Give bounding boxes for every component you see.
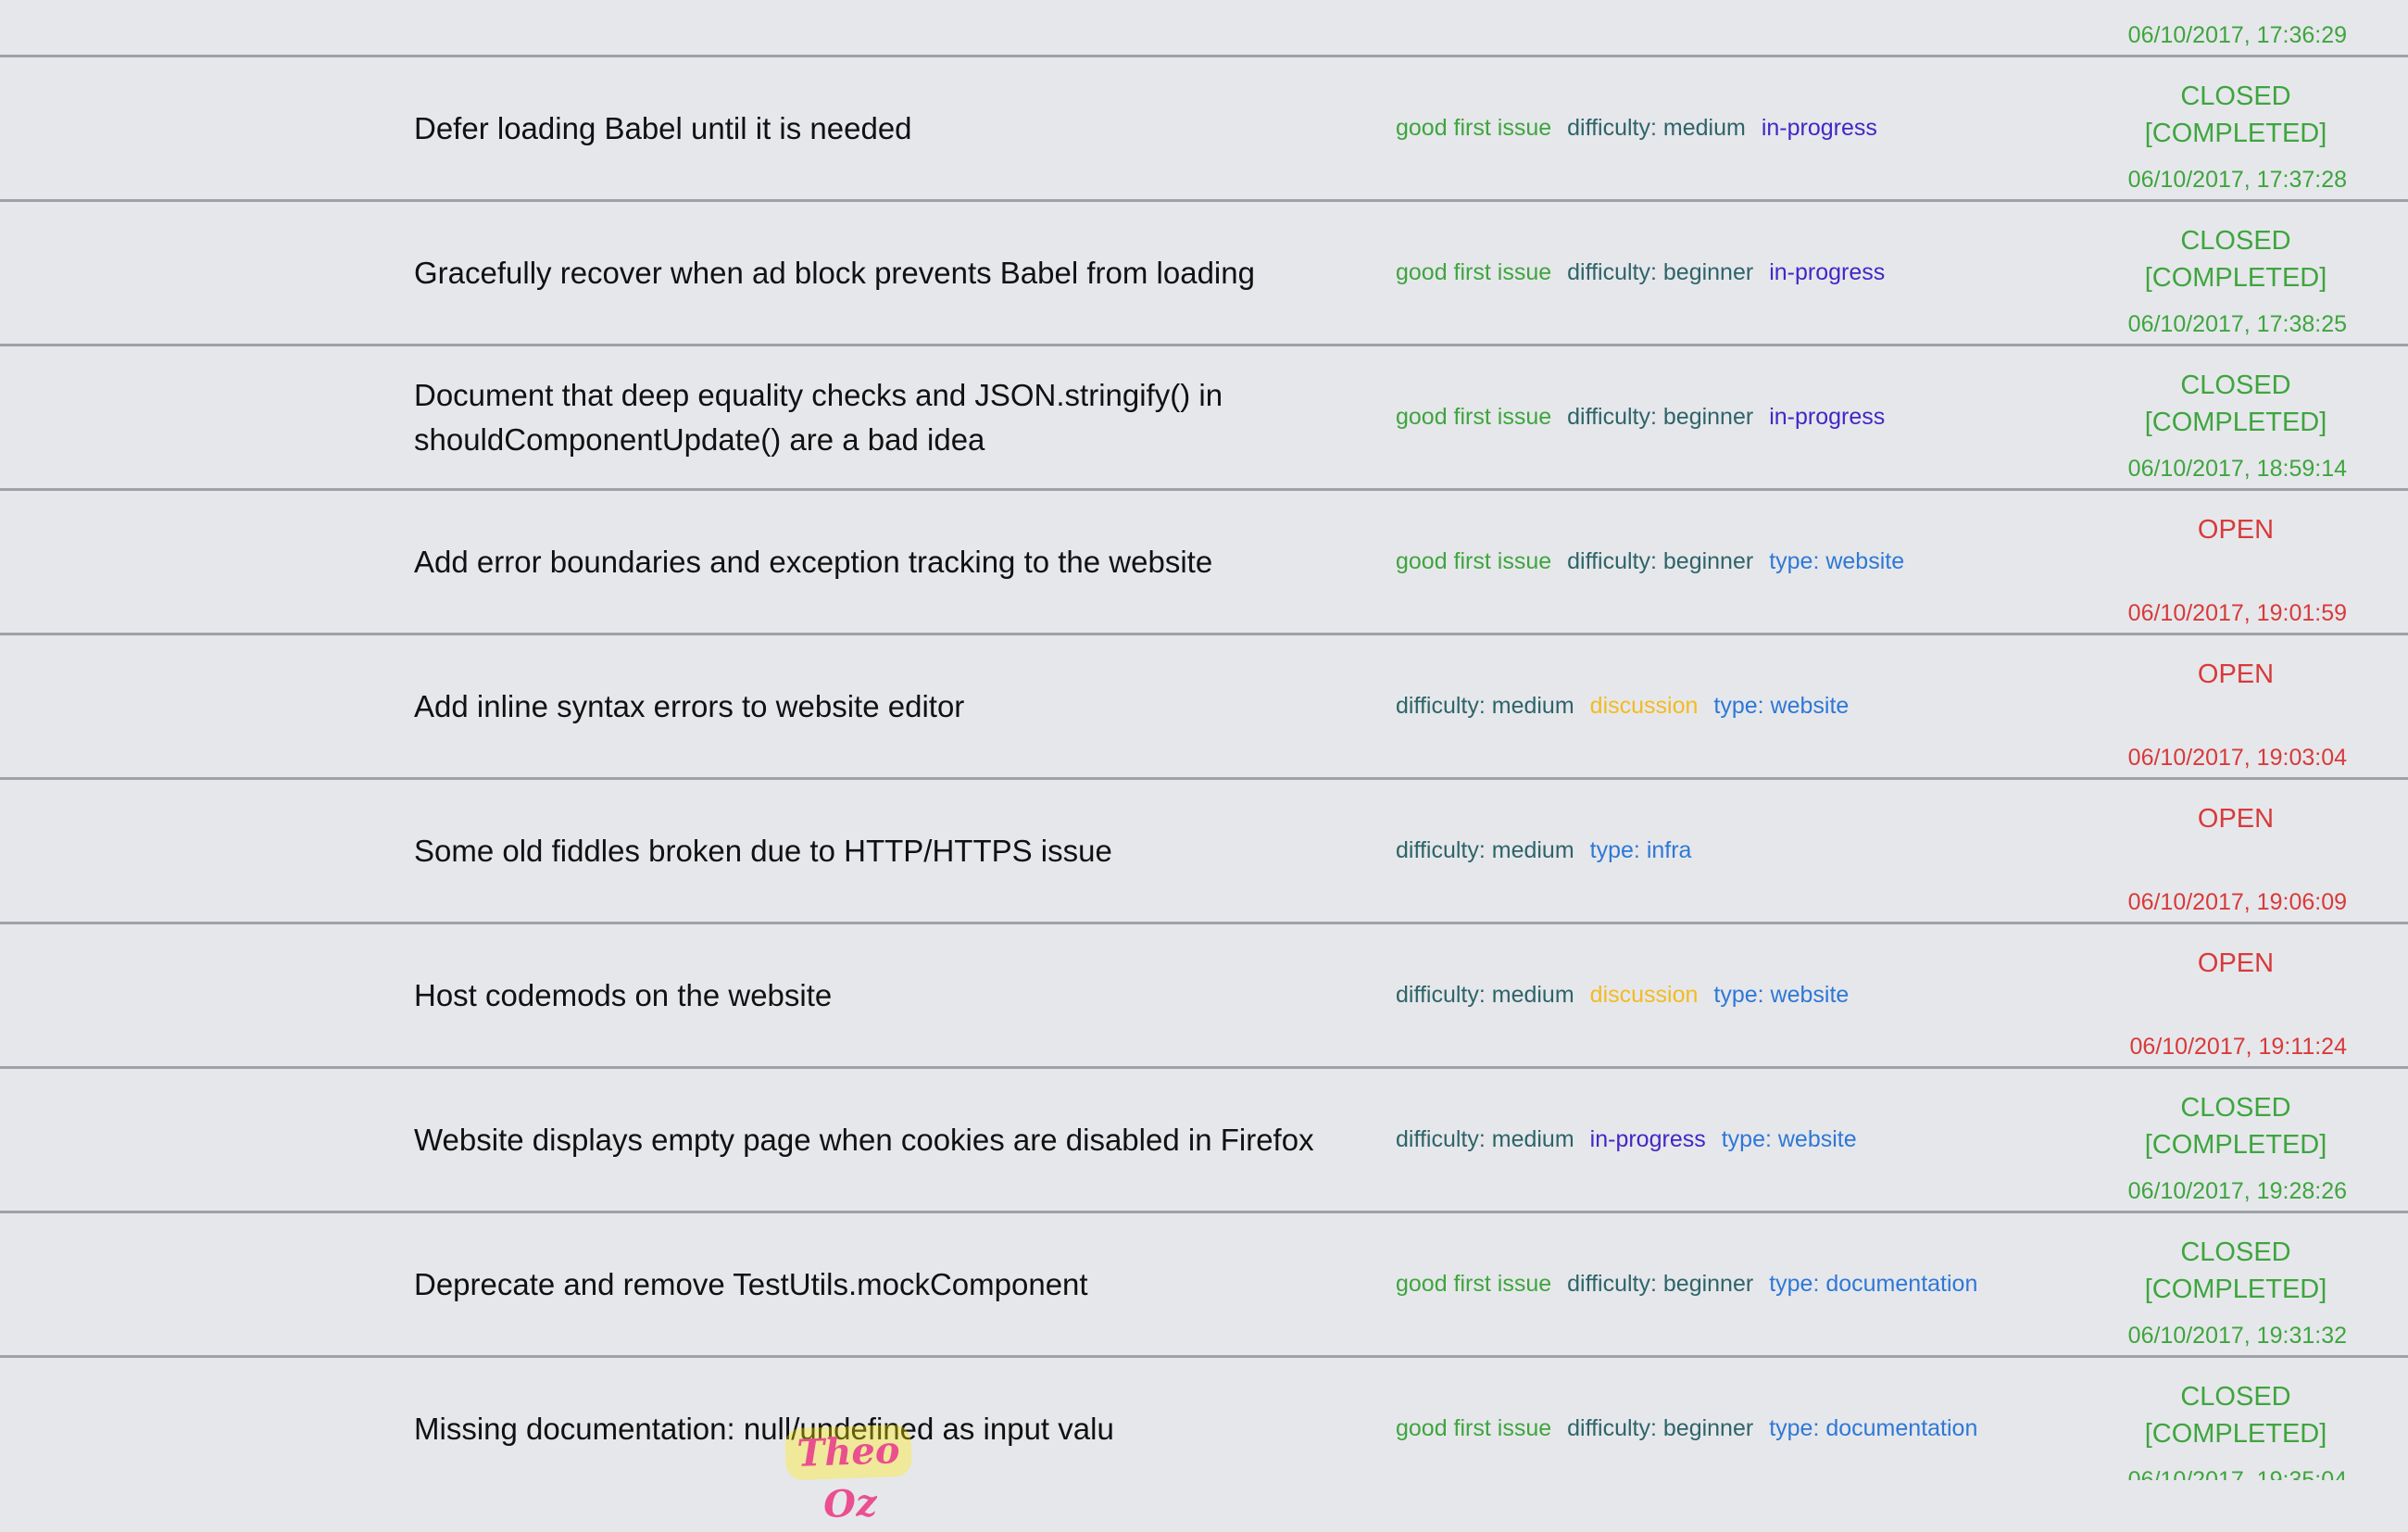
issue-row[interactable]: Defer loading Babel until it is needed g… [0, 57, 2408, 202]
issue-title[interactable]: Document that deep equality checks and J… [414, 346, 1340, 488]
issue-tags: good first issue difficulty: beginner ty… [1396, 491, 1920, 633]
issue-tags: difficulty: medium discussion type: webs… [1396, 924, 1864, 1066]
issue-tags: good first issue difficulty: beginner in… [1396, 202, 1900, 344]
issue-row[interactable]: Some old fiddles broken due to HTTP/HTTP… [0, 780, 2408, 924]
issue-date: 06/10/2017, 17:37:28 [2127, 167, 2347, 193]
label-good-first-issue[interactable]: good first issue [1396, 1415, 1551, 1442]
status-text: OPEN [2197, 804, 2275, 834]
status-text: OPEN [2197, 659, 2275, 689]
status-text: CLOSED [COMPLETED] [2144, 1382, 2327, 1449]
issue-title[interactable]: Host codemods on the website [414, 924, 1340, 1066]
issue-date: 06/10/2017, 19:01:59 [2127, 600, 2347, 626]
issue-status: OPEN 06/10/2017, 19:03:04 [2069, 635, 2347, 777]
label-good-first-issue[interactable]: good first issue [1396, 259, 1551, 286]
issue-row[interactable]: Website displays empty page when cookies… [0, 1069, 2408, 1213]
label-difficulty-beginner[interactable]: difficulty: beginner [1567, 1271, 1753, 1298]
issue-row[interactable]: Add error boundaries and exception track… [0, 491, 2408, 635]
issue-status: CLOSED [COMPLETED] 06/10/2017, 17:37:28 [2069, 57, 2347, 199]
signature-watermark: Theo Oz [784, 1424, 912, 1526]
issue-date: 06/10/2017, 19:28:26 [2127, 1178, 2347, 1204]
status-text: CLOSED [COMPLETED] [2144, 82, 2327, 148]
status-text: OPEN [2197, 515, 2275, 545]
issue-status: OPEN 06/10/2017, 19:06:09 [2069, 780, 2347, 922]
label-type-infra[interactable]: type: infra [1590, 837, 1692, 864]
issue-title[interactable]: Defer loading Babel until it is needed [414, 57, 1340, 199]
issue-row[interactable]: Document that deep equality checks and J… [0, 346, 2408, 491]
issue-tags: good first issue difficulty: beginner ty… [1396, 1358, 1993, 1480]
issue-title[interactable]: Website displays empty page when cookies… [414, 1069, 1340, 1211]
status-text: OPEN [2197, 948, 2275, 978]
status-text: CLOSED [COMPLETED] [2144, 1093, 2327, 1160]
label-difficulty-medium[interactable]: difficulty: medium [1396, 1126, 1574, 1153]
status-text: CLOSED [COMPLETED] [2144, 226, 2327, 293]
label-type-documentation[interactable]: type: documentation [1769, 1271, 1977, 1298]
issue-row[interactable]: Add inline syntax errors to website edit… [0, 635, 2408, 780]
issue-list: 06/10/2017, 17:36:29 Defer loading Babel… [0, 0, 2408, 1480]
issue-row[interactable]: Host codemods on the website difficulty:… [0, 924, 2408, 1069]
issue-title[interactable] [414, 0, 1340, 55]
issue-date: 06/10/2017, 19:35:04 [2127, 1467, 2347, 1480]
label-difficulty-medium[interactable]: difficulty: medium [1396, 982, 1574, 1009]
issue-title[interactable]: Deprecate and remove TestUtils.mockCompo… [414, 1213, 1340, 1355]
label-discussion[interactable]: discussion [1590, 693, 1699, 720]
issue-row[interactable]: Deprecate and remove TestUtils.mockCompo… [0, 1213, 2408, 1358]
label-good-first-issue[interactable]: good first issue [1396, 404, 1551, 431]
issue-date: 06/10/2017, 19:31:32 [2127, 1323, 2347, 1349]
issue-status: CLOSED [COMPLETED] 06/10/2017, 19:28:26 [2069, 1069, 2347, 1211]
issue-date: 06/10/2017, 18:59:14 [2127, 456, 2347, 482]
status-text: CLOSED [COMPLETED] [2144, 1237, 2327, 1304]
issue-status: CLOSED [COMPLETED] 06/10/2017, 19:31:32 [2069, 1213, 2347, 1355]
label-type-website[interactable]: type: website [1769, 548, 1904, 575]
issue-date: 06/10/2017, 17:38:25 [2127, 311, 2347, 337]
label-good-first-issue[interactable]: good first issue [1396, 1271, 1551, 1298]
label-in-progress[interactable]: in-progress [1762, 115, 1877, 142]
label-type-website[interactable]: type: website [1722, 1126, 1857, 1153]
issue-tags: good first issue difficulty: medium in-p… [1396, 57, 1893, 199]
label-difficulty-beginner[interactable]: difficulty: beginner [1567, 1415, 1753, 1442]
label-in-progress[interactable]: in-progress [1769, 259, 1885, 286]
issue-title[interactable]: Gracefully recover when ad block prevent… [414, 202, 1340, 344]
label-type-website[interactable]: type: website [1713, 982, 1849, 1009]
issue-title[interactable]: Add error boundaries and exception track… [414, 491, 1340, 633]
label-difficulty-medium[interactable]: difficulty: medium [1396, 837, 1574, 864]
label-good-first-issue[interactable]: good first issue [1396, 115, 1551, 142]
label-difficulty-medium[interactable]: difficulty: medium [1396, 693, 1574, 720]
issue-status: 06/10/2017, 17:36:29 [2069, 0, 2347, 55]
label-in-progress[interactable]: in-progress [1769, 404, 1885, 431]
label-difficulty-beginner[interactable]: difficulty: beginner [1567, 548, 1753, 575]
issue-date: 06/10/2017, 19:06:09 [2127, 889, 2347, 915]
issue-tags: difficulty: medium in-progress type: web… [1396, 1069, 1873, 1211]
issue-tags: good first issue difficulty: beginner in… [1396, 346, 1900, 488]
label-in-progress[interactable]: in-progress [1590, 1126, 1706, 1153]
issue-date: 06/10/2017, 19:03:04 [2127, 745, 2347, 771]
issue-title[interactable]: Add inline syntax errors to website edit… [414, 635, 1340, 777]
issue-row[interactable]: 06/10/2017, 17:36:29 [0, 0, 2408, 57]
label-good-first-issue[interactable]: good first issue [1396, 548, 1551, 575]
issue-date: 06/10/2017, 19:11:24 [2129, 1034, 2347, 1060]
issue-tags: difficulty: medium type: infra [1396, 780, 1707, 922]
issue-status: CLOSED [COMPLETED] 06/10/2017, 19:35:04 [2069, 1358, 2347, 1480]
issue-status: OPEN 06/10/2017, 19:11:24 [2069, 924, 2347, 1066]
label-difficulty-beginner[interactable]: difficulty: beginner [1567, 259, 1753, 286]
issue-status: CLOSED [COMPLETED] 06/10/2017, 17:38:25 [2069, 202, 2347, 344]
label-difficulty-beginner[interactable]: difficulty: beginner [1567, 404, 1753, 431]
issue-status: OPEN 06/10/2017, 19:01:59 [2069, 491, 2347, 633]
issue-title[interactable]: Some old fiddles broken due to HTTP/HTTP… [414, 780, 1340, 922]
issue-row[interactable]: Missing documentation: null/undefined as… [0, 1358, 2408, 1480]
issue-status: CLOSED [COMPLETED] 06/10/2017, 18:59:14 [2069, 346, 2347, 488]
issue-tags: good first issue difficulty: beginner ty… [1396, 1213, 1993, 1355]
label-type-website[interactable]: type: website [1713, 693, 1849, 720]
label-difficulty-medium[interactable]: difficulty: medium [1567, 115, 1746, 142]
issue-row[interactable]: Gracefully recover when ad block prevent… [0, 202, 2408, 346]
label-type-documentation[interactable]: type: documentation [1769, 1415, 1977, 1442]
status-text: CLOSED [COMPLETED] [2144, 370, 2327, 437]
issue-tags: difficulty: medium discussion type: webs… [1396, 635, 1864, 777]
issue-date: 06/10/2017, 17:36:29 [2127, 22, 2347, 48]
label-discussion[interactable]: discussion [1590, 982, 1699, 1009]
